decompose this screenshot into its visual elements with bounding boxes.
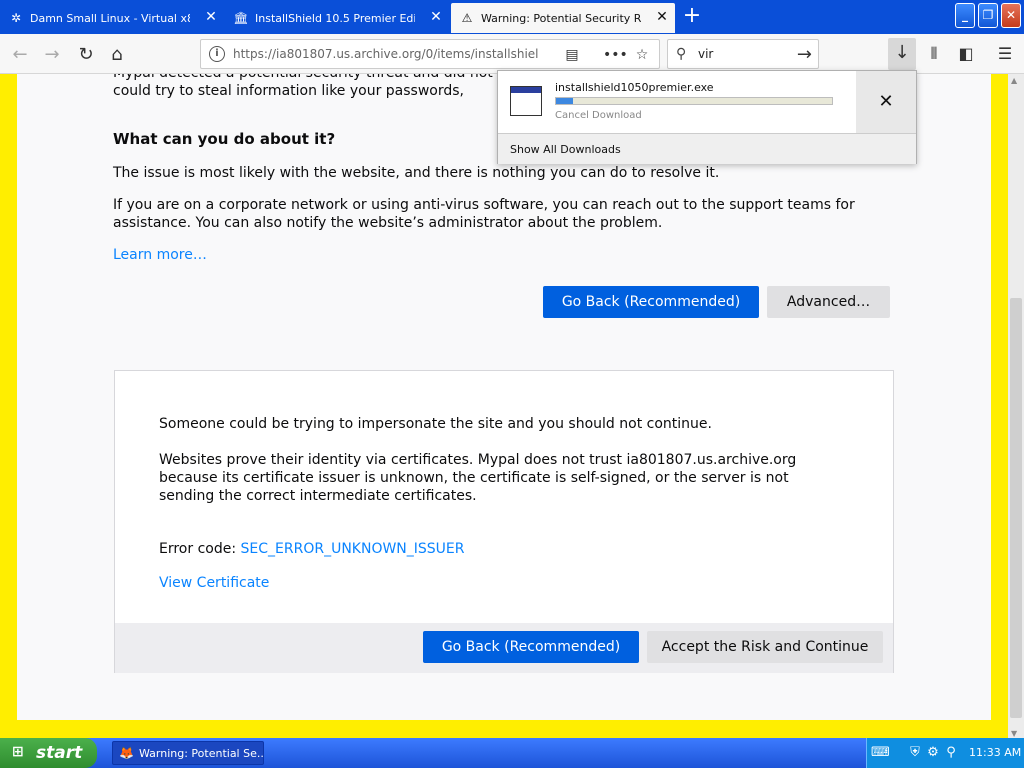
dsl-logo-icon: ✲ [10, 11, 22, 25]
url-bar[interactable]: i https://ia801807.us.archive.org/0/item… [200, 39, 660, 69]
minimize-button[interactable]: _ [955, 3, 975, 28]
url-text[interactable]: https://ia801807.us.archive.org/0/items/… [233, 47, 553, 61]
navigation-toolbar: ← → ↻ ⌂ i https://ia801807.us.archive.or… [0, 34, 1024, 74]
impersonate-text: Someone could be trying to impersonate t… [159, 416, 712, 432]
vertical-scrollbar[interactable]: ▲ ▼ [1008, 74, 1024, 740]
what-can-you-do-heading: What can you do about it? [113, 130, 336, 148]
close-tab-icon[interactable]: ✕ [204, 10, 218, 24]
scroll-up-icon[interactable]: ▲ [1011, 76, 1017, 85]
error-code-link[interactable]: SEC_ERROR_UNKNOWN_ISSUER [241, 541, 465, 557]
system-tray: ⌨ ⛨ ⚙ ⚲ 11:33 AM [866, 738, 1024, 768]
close-window-button[interactable]: ✕ [1001, 3, 1021, 28]
scrollbar-thumb[interactable] [1010, 298, 1022, 718]
search-go-icon[interactable]: → [797, 44, 812, 65]
tab-security-warning[interactable]: ⚠ Warning: Potential Security Risk A ✕ [451, 3, 675, 33]
forward-button[interactable]: → [40, 42, 64, 66]
downloads-panel: installshield1050premier.exe Cancel Down… [497, 70, 917, 164]
scroll-down-icon[interactable]: ▼ [1011, 729, 1017, 738]
browser-icon: 🦊 [119, 746, 134, 760]
maximize-button[interactable]: ❐ [978, 3, 998, 28]
error-page: Mypal detected a potential security thre… [17, 74, 991, 720]
search-input[interactable]: vir [698, 47, 713, 61]
network-icon[interactable]: ⚙ [925, 745, 941, 761]
keyboard-icon[interactable]: ⌨ [871, 745, 890, 761]
downloads-button[interactable]: ↓ [888, 38, 916, 70]
security-shield-icon[interactable]: ⛨ [907, 745, 923, 761]
search-icon: ⚲ [676, 46, 687, 62]
cancel-download-text: Cancel Download [555, 110, 642, 121]
corporate-network-text: If you are on a corporate network or usi… [113, 197, 855, 231]
download-filename: installshield1050premier.exe [555, 81, 714, 94]
accept-risk-button[interactable]: Accept the Risk and Continue [647, 631, 883, 663]
issue-text: The issue is most likely with the websit… [113, 165, 720, 181]
downloads-footer[interactable]: Show All Downloads [498, 133, 916, 164]
learn-more-link[interactable]: Learn more… [113, 247, 207, 263]
warning-icon: ⚠ [461, 11, 473, 25]
tab-damn-small-linux[interactable]: ✲ Damn Small Linux - Virtual x86 ✕ [0, 3, 224, 33]
taskbar-item-label: Warning: Potential Se... [139, 746, 264, 760]
sidebar-icon[interactable]: ◧ [954, 42, 978, 66]
start-label: start [36, 743, 83, 763]
download-item[interactable]: installshield1050premier.exe Cancel Down… [498, 71, 856, 133]
back-button[interactable]: ← [8, 42, 32, 66]
tab-title: Warning: Potential Security Risk A [481, 11, 641, 25]
taskbar: ⊞ start 🦊 Warning: Potential Se... ⌨ ⛨ ⚙… [0, 738, 1024, 768]
certificate-explanation: Websites prove their identity via certif… [159, 452, 797, 504]
archive-icon: 🏛 [233, 11, 249, 25]
hamburger-menu-icon[interactable]: ☰ [993, 42, 1017, 66]
start-button[interactable]: ⊞ start [0, 738, 97, 768]
library-icon[interactable]: ⫴ [922, 42, 946, 66]
tab-title: InstallShield 10.5 Premier Edition : [255, 11, 415, 25]
show-all-downloads-button[interactable]: Show All Downloads [510, 143, 621, 156]
taskbar-item-browser[interactable]: 🦊 Warning: Potential Se... [112, 741, 264, 765]
go-back-button-2[interactable]: Go Back (Recommended) [423, 631, 639, 663]
clock: 11:33 AM [969, 746, 1022, 759]
advanced-button[interactable]: Advanced… [767, 286, 890, 318]
new-tab-button[interactable]: + [680, 4, 704, 28]
advanced-panel: Someone could be trying to impersonate t… [114, 370, 894, 673]
tab-title: Damn Small Linux - Virtual x86 [30, 11, 190, 25]
page-actions-icon[interactable]: ••• [603, 46, 628, 64]
tab-installshield[interactable]: 🏛 InstallShield 10.5 Premier Edition : ✕ [225, 3, 449, 33]
reload-button[interactable]: ↻ [74, 42, 98, 66]
cancel-download-button[interactable]: ✕ [856, 71, 916, 133]
close-tab-icon[interactable]: ✕ [429, 10, 443, 24]
go-back-button[interactable]: Go Back (Recommended) [543, 286, 759, 318]
view-certificate-link[interactable]: View Certificate [159, 575, 269, 591]
error-code-line: Error code: SEC_ERROR_UNKNOWN_ISSUER [159, 541, 465, 557]
home-button[interactable]: ⌂ [105, 42, 129, 66]
reader-mode-icon[interactable]: ▤ [563, 46, 581, 64]
bookmark-star-icon[interactable]: ☆ [633, 46, 651, 64]
tab-strip: ✲ Damn Small Linux - Virtual x86 ✕ 🏛 Ins… [0, 0, 1024, 34]
search-tray-icon[interactable]: ⚲ [943, 745, 959, 761]
site-info-icon[interactable]: i [209, 46, 225, 62]
windows-flag-icon: ⊞ [12, 744, 24, 760]
error-code-label: Error code: [159, 541, 241, 557]
search-bar[interactable]: ⚲ vir → [667, 39, 819, 69]
download-progress-bar [555, 97, 833, 105]
close-tab-icon[interactable]: ✕ [655, 10, 669, 24]
advanced-panel-footer: Go Back (Recommended) Accept the Risk an… [115, 623, 893, 673]
executable-file-icon [510, 86, 542, 116]
